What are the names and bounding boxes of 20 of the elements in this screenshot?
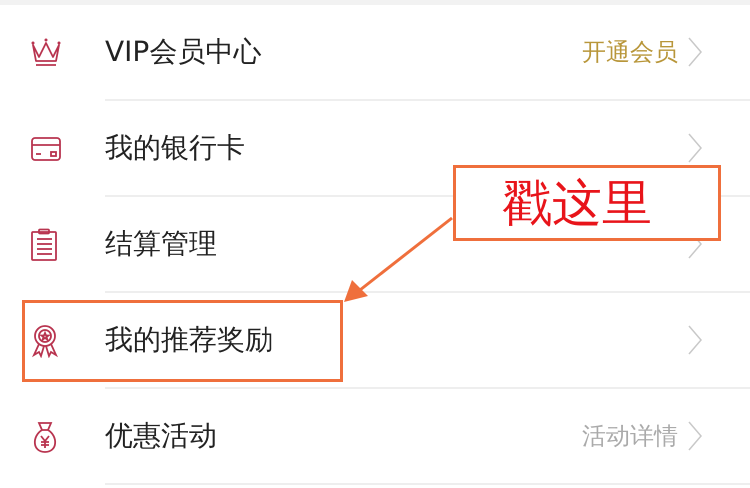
chevron-right-icon [688,133,702,163]
menu-item[interactable]: VIP会员中心 开通会员 [0,5,750,101]
chevron-right-icon [688,325,702,355]
menu-label: VIP会员中心 [105,34,262,70]
menu-label: 结算管理 [105,226,218,262]
callout-text: 戳这里 [502,178,652,228]
menu-label: 我的推荐奖励 [105,322,274,358]
chevron-right-icon [688,37,702,67]
crown-icon [30,37,62,69]
menu-detail: 开通会员 [582,37,678,68]
rosette-icon [30,324,60,358]
clipboard-icon [30,228,58,262]
menu-item[interactable]: 优惠活动 活动详情 [0,389,750,485]
chevron-right-icon [688,421,702,451]
menu-detail: 活动详情 [582,421,678,452]
menu-label: 我的银行卡 [105,130,246,166]
chevron-right-icon [688,240,702,259]
card-icon [30,135,62,163]
menu-label: 优惠活动 [105,418,218,454]
menu-item[interactable]: 我的推荐奖励 [0,293,750,389]
